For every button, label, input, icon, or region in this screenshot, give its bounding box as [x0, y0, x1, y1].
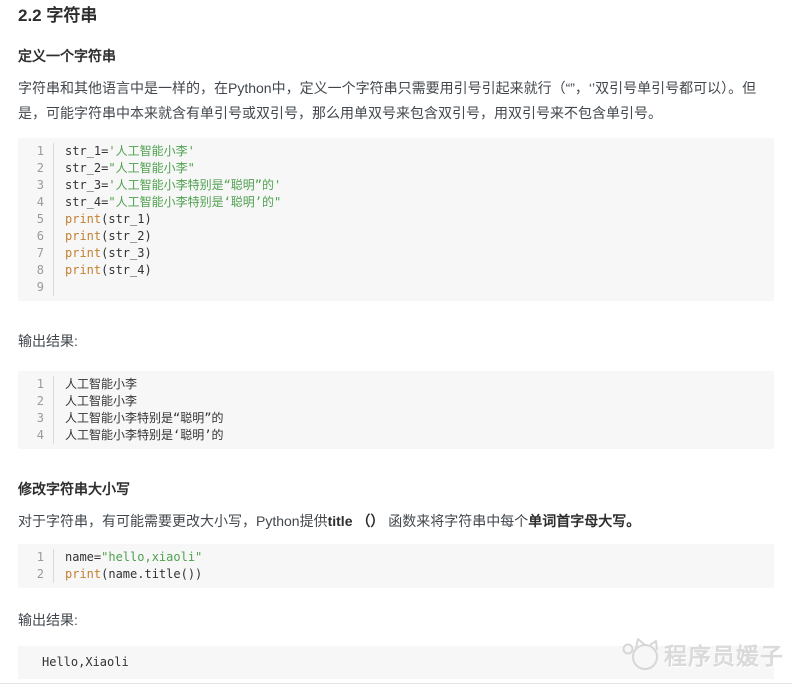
line-number: 7: [18, 245, 54, 262]
code-line: 6 print(str_2): [18, 228, 774, 245]
output-block-define-strings: 1 人工智能小李 2 人工智能小李 3 人工智能小李特别是“聪明”的 4 人工智能小李特别是‘…: [18, 371, 774, 449]
code-text: str_4="人工智能小李特别是‘聪明’的": [65, 195, 282, 209]
paragraph-segment: 对于字符串，有可能需要更改大小写，Python提供: [18, 513, 328, 529]
paragraph-segment: 单词首字母大写。: [528, 513, 641, 529]
line-number: 4: [18, 427, 54, 444]
line-number: 1: [18, 549, 54, 566]
paragraph-define: 字符串和其他语言中是一样的，在Python中，定义一个字符串只需要用引号引起来就…: [18, 80, 757, 121]
code-block-define-strings: 1 str_1='人工智能小李' 2 str_2="人工智能小李" 3 str_3='人工…: [18, 138, 774, 301]
code-text: 人工智能小李特别是‘聪明’的: [65, 428, 224, 442]
code-line: 3 人工智能小李特别是“聪明”的: [18, 410, 774, 427]
line-number: 2: [18, 393, 54, 410]
code-text: print(str_2): [65, 229, 152, 243]
page-title: 2.2 字符串: [18, 6, 98, 25]
line-number: 1: [18, 376, 54, 393]
code-block-title-case: 1 name="hello,xiaoli" 2 print(name.title()): [18, 544, 774, 588]
code-line: 1 str_1='人工智能小李': [18, 143, 774, 160]
section-heading-define: 定义一个字符串: [18, 48, 116, 64]
code-text: 人工智能小李: [65, 394, 138, 408]
watermark: 程序员媛子: [619, 636, 784, 672]
section-heading-title-case: 修改字符串大小写: [18, 481, 130, 497]
code-text: print(str_3): [65, 246, 152, 260]
code-line: 2 print(name.title()): [18, 566, 774, 583]
watermark-text: 程序员媛子: [664, 643, 784, 669]
line-number: 9: [18, 279, 54, 296]
code-line: 1 name="hello,xiaoli": [18, 549, 774, 566]
code-text: name="hello,xiaoli": [65, 550, 203, 564]
line-number: 2: [18, 160, 54, 177]
code-line: 3 str_3='人工智能小李特别是“聪明”的': [18, 177, 774, 194]
code-line: 7 print(str_3): [18, 245, 774, 262]
line-number: 3: [18, 177, 54, 194]
line-number: 4: [18, 194, 54, 211]
code-line: 4 str_4="人工智能小李特别是‘聪明’的": [18, 194, 774, 211]
code-line: 1 人工智能小李: [18, 376, 774, 393]
code-text: print(str_4): [65, 263, 152, 277]
line-number: 3: [18, 410, 54, 427]
line-number: 1: [18, 143, 54, 160]
code-line: 4 人工智能小李特别是‘聪明’的: [18, 427, 774, 444]
line-number: 6: [18, 228, 54, 245]
paragraph-segment: title （）: [327, 513, 389, 529]
code-text: print(name.title()): [65, 567, 203, 581]
output-label-2: 输出结果:: [18, 612, 78, 628]
cat-logo-icon: [622, 638, 658, 670]
code-text: str_1='人工智能小李': [65, 144, 195, 158]
line-number: 5: [18, 211, 54, 228]
code-line: 2 人工智能小李: [18, 393, 774, 410]
output-label-1: 输出结果:: [18, 333, 78, 349]
line-number: 8: [18, 262, 54, 279]
code-text: str_3='人工智能小李特别是“聪明”的': [65, 178, 282, 192]
code-line: 9: [18, 279, 774, 296]
paragraph-segment: 函数来将字符串中每个: [388, 513, 529, 529]
paragraph-title-case: 对于字符串，有可能需要更改大小写，Python提供title （） 函数来将字符…: [18, 509, 774, 534]
code-text: 人工智能小李特别是“聪明”的: [65, 411, 224, 425]
article-page: 2.2 字符串 定义一个字符串 字符串和其他语言中是一样的，在Python中，定…: [0, 0, 792, 679]
code-line: 8 print(str_4): [18, 262, 774, 279]
line-number: 2: [18, 566, 54, 583]
bottom-divider: [0, 683, 792, 684]
code-line: 2 str_2="人工智能小李": [18, 160, 774, 177]
code-line: 5 print(str_1): [18, 211, 774, 228]
code-text: 人工智能小李: [65, 377, 138, 391]
code-text: str_2="人工智能小李": [65, 161, 195, 175]
code-text: print(str_1): [65, 212, 152, 226]
